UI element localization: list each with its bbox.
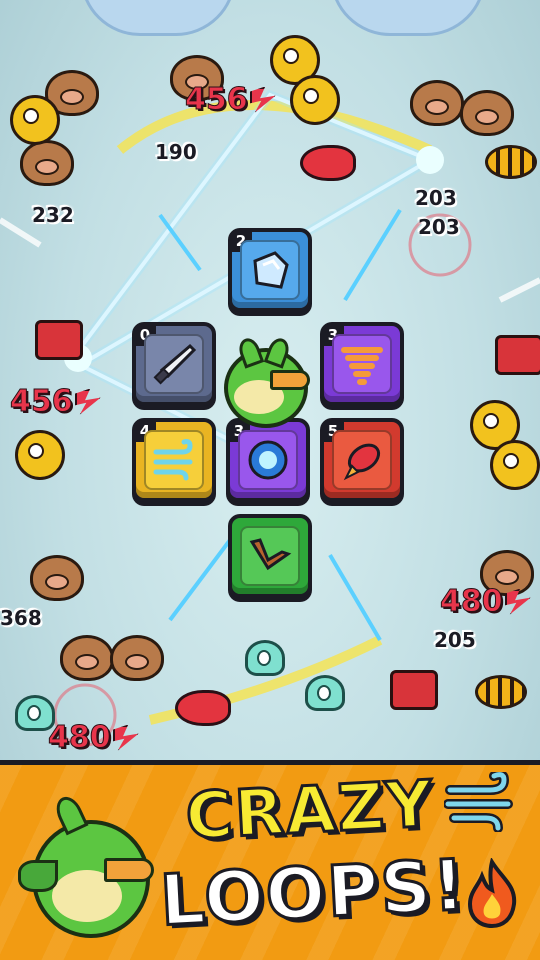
duck-enemy: [290, 75, 340, 125]
boar-enemy: [110, 635, 164, 681]
wind-badge-icon: [443, 769, 516, 833]
vortex-icon: [248, 440, 288, 480]
skill-tile-wind[interactable]: 4: [132, 418, 216, 502]
bee-enemy: [485, 145, 537, 179]
devil-enemy: [495, 335, 540, 375]
rocket-icon: [343, 443, 381, 481]
boomerang-icon: [249, 538, 292, 571]
spark-burst: [416, 146, 444, 174]
skill-tile-ice[interactable]: 2: [228, 228, 312, 312]
crit-damage-number: 480: [440, 584, 531, 620]
bee-enemy: [475, 675, 527, 709]
damage-number: 368: [0, 606, 42, 630]
ice-cube-icon: [253, 251, 289, 289]
rocket-projectile: [300, 145, 356, 181]
duck-enemy: [490, 440, 540, 490]
skill-tile-vortex[interactable]: 3: [226, 418, 310, 502]
game-board: 2 0 3 4 3 5 456 456 480 480 190 232 203 …: [0, 0, 540, 960]
devil-enemy: [390, 670, 438, 710]
boar-enemy: [60, 635, 114, 681]
boar-enemy: [20, 140, 74, 186]
fire-badge-icon: [462, 856, 522, 930]
skill-tile-tornado[interactable]: 3: [320, 322, 404, 406]
boar-enemy: [410, 80, 464, 126]
dagger-icon: [153, 343, 197, 385]
dragon-hero: [220, 335, 310, 428]
damage-number: 190: [155, 140, 197, 164]
skill-tile-dagger[interactable]: 0: [132, 322, 216, 406]
boar-enemy: [30, 555, 84, 601]
damage-number: 232: [32, 203, 74, 227]
jellyfish-enemy: [245, 640, 285, 676]
duck-enemy: [15, 430, 65, 480]
jellyfish-enemy: [305, 675, 345, 711]
duck-enemy: [10, 95, 60, 145]
skill-tile-boomerang[interactable]: [228, 514, 312, 598]
crit-damage-number: 456: [10, 384, 101, 420]
headline-loops: LOOPS!: [157, 842, 471, 943]
tornado-icon: [341, 347, 383, 385]
wind-icon: [153, 439, 193, 481]
rocket-projectile: [175, 690, 231, 726]
boar-enemy: [460, 90, 514, 136]
devil-enemy: [35, 320, 83, 360]
damage-number: 203: [418, 215, 460, 239]
skill-tile-rocket[interactable]: 5: [320, 418, 404, 502]
headline-crazy: CRAZY: [182, 766, 437, 856]
crit-damage-number: 480: [48, 720, 139, 756]
dragon-mascot: [18, 790, 158, 950]
crit-damage-number: 456: [185, 82, 276, 118]
damage-number: 205: [434, 628, 476, 652]
damage-number: 203: [415, 186, 457, 210]
